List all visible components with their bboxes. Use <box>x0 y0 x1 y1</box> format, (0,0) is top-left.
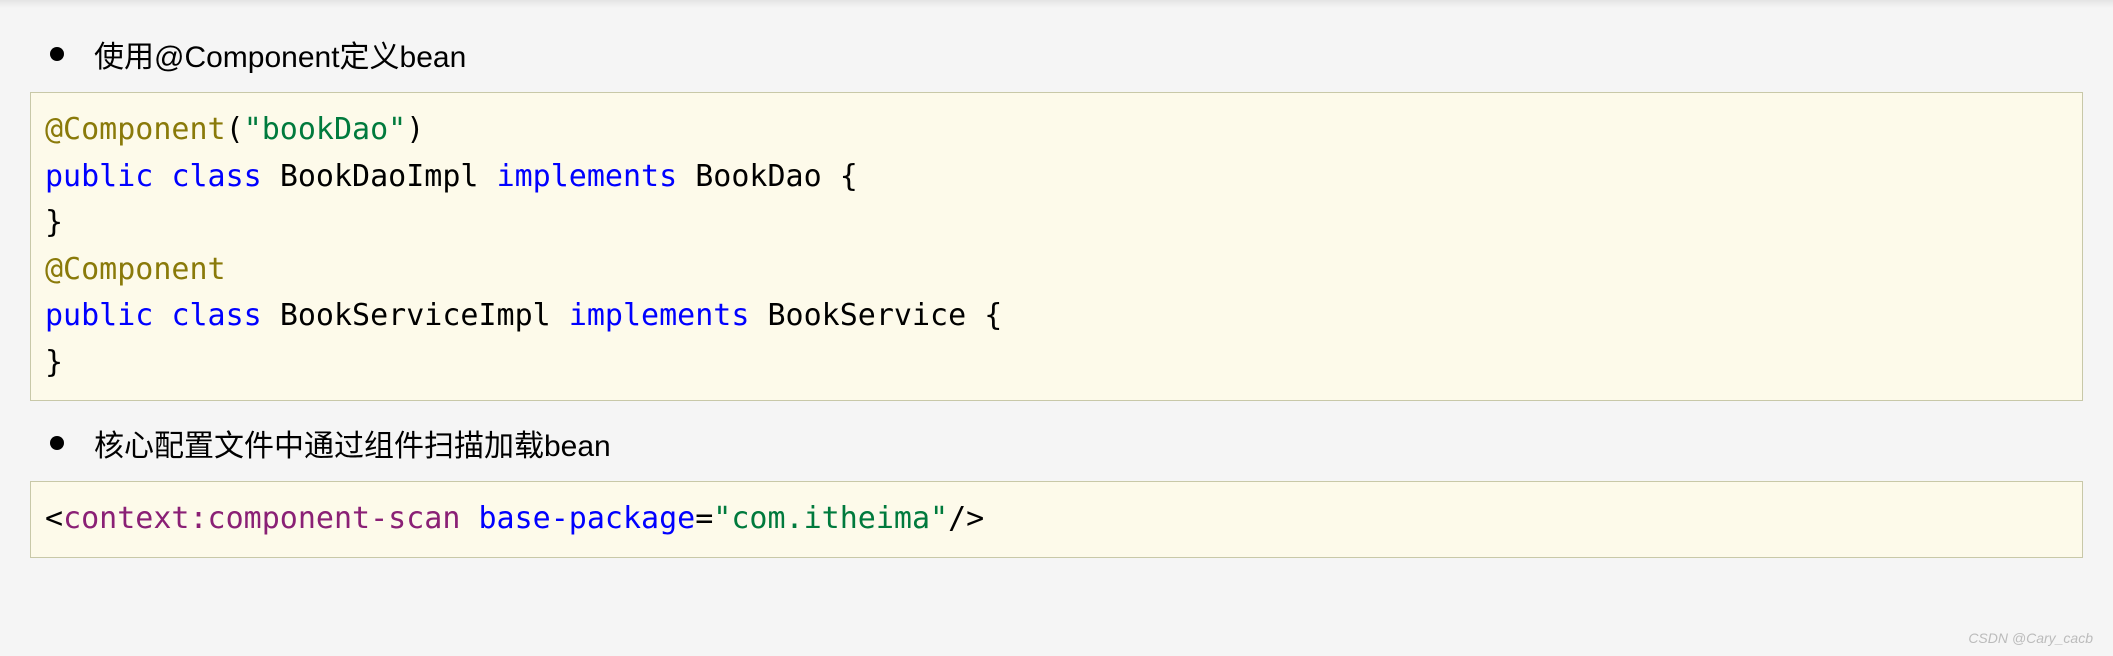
eq-token: = <box>695 501 713 536</box>
keyword-token: class <box>171 159 261 194</box>
code-block-2: <context:component-scan base-package="co… <box>30 481 2083 558</box>
annotation-token: @Component <box>45 252 226 287</box>
code-block-1: @Component("bookDao") public class BookD… <box>30 92 2083 401</box>
keyword-token: implements <box>497 159 678 194</box>
bullet-item-1: 使用@Component定义bean <box>30 32 2083 76</box>
string-token: "bookDao" <box>244 112 407 147</box>
code-line: } <box>45 200 2068 247</box>
space <box>153 298 171 333</box>
bullet-dot-icon <box>50 436 64 450</box>
space <box>479 159 497 194</box>
space <box>677 159 695 194</box>
classname-token: BookDaoImpl <box>280 159 479 194</box>
keyword-token: implements <box>569 298 750 333</box>
bracket-token: < <box>45 501 63 536</box>
close-token: /> <box>948 501 984 536</box>
space <box>966 298 984 333</box>
attr-val-token: "com.itheima" <box>713 501 948 536</box>
code-line: public class BookDaoImpl implements Book… <box>45 154 2068 201</box>
paren-token: ( <box>226 112 244 147</box>
space <box>262 159 280 194</box>
bullet-item-2: 核心配置文件中通过组件扫描加载bean <box>30 421 2083 465</box>
keyword-token: public <box>45 298 153 333</box>
code-line: @Component("bookDao") <box>45 107 2068 154</box>
brace-token: } <box>45 205 63 240</box>
paren-token: ) <box>406 112 424 147</box>
brace-token: { <box>984 298 1002 333</box>
watermark-text: CSDN @Cary_cacb <box>1968 630 2093 646</box>
classname-token: BookServiceImpl <box>280 298 551 333</box>
bullet-text-1: 使用@Component定义bean <box>94 32 466 76</box>
interface-token: BookDao <box>695 159 821 194</box>
space <box>822 159 840 194</box>
tag-token: context:component-scan <box>63 501 460 536</box>
code-line: @Component <box>45 247 2068 294</box>
attr-name-token: base-package <box>478 501 695 536</box>
space <box>749 298 767 333</box>
code-line: } <box>45 340 2068 387</box>
code-line: public class BookServiceImpl implements … <box>45 293 2068 340</box>
keyword-token: public <box>45 159 153 194</box>
annotation-token: @Component <box>45 112 226 147</box>
brace-token: } <box>45 345 63 380</box>
bullet-dot-icon <box>50 47 64 61</box>
code-line: <context:component-scan base-package="co… <box>45 496 2068 543</box>
space <box>153 159 171 194</box>
space <box>551 298 569 333</box>
document-content: 使用@Component定义bean @Component("bookDao")… <box>0 32 2113 558</box>
keyword-token: class <box>171 298 261 333</box>
brace-token: { <box>840 159 858 194</box>
top-shadow <box>0 0 2113 8</box>
space <box>262 298 280 333</box>
bullet-text-2: 核心配置文件中通过组件扫描加载bean <box>94 421 611 465</box>
space <box>460 501 478 536</box>
interface-token: BookService <box>768 298 967 333</box>
